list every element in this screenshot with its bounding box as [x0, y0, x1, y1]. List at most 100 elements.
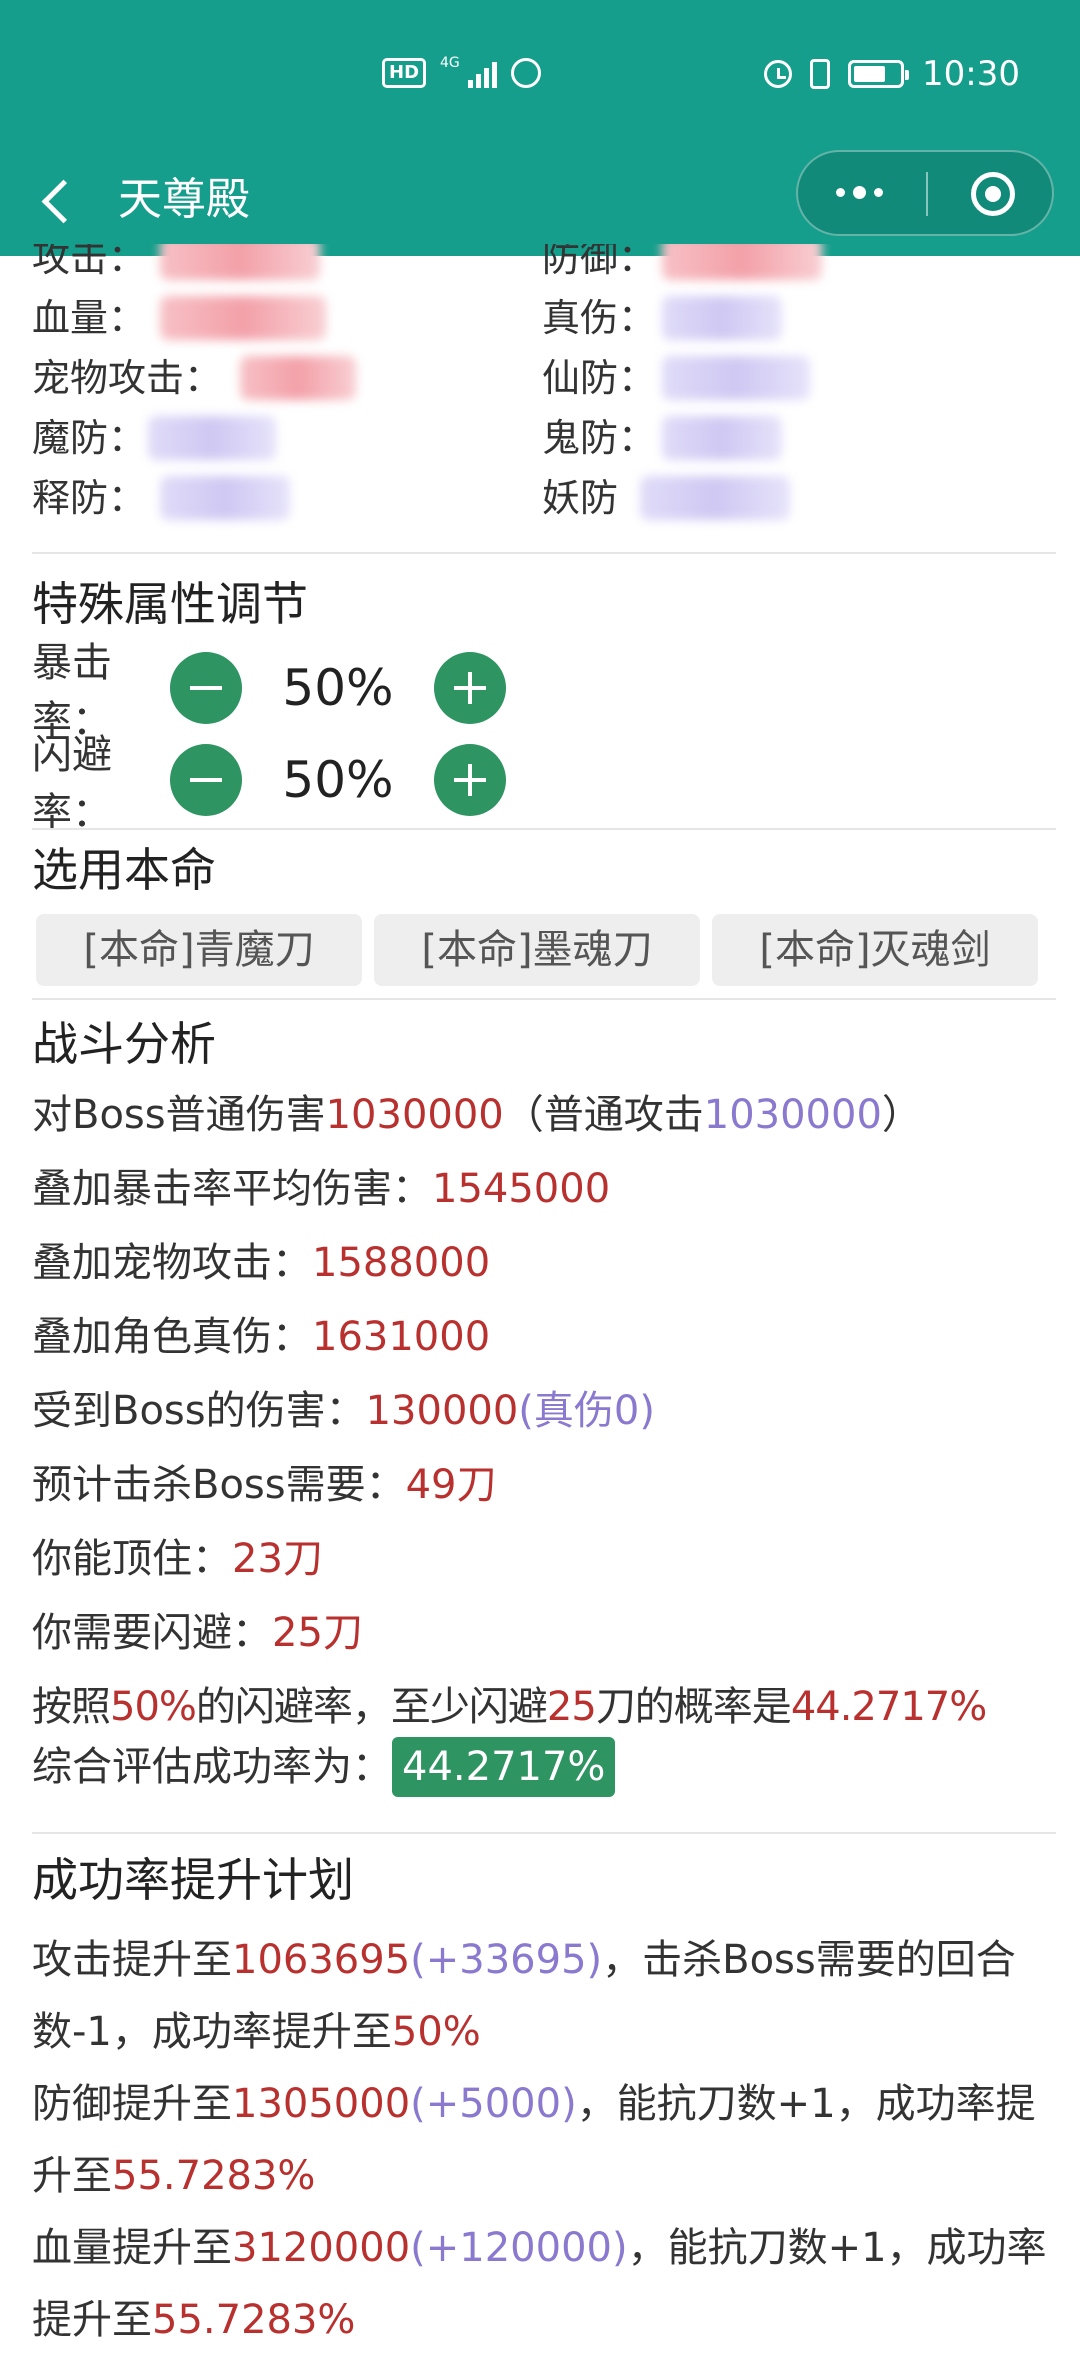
stat-hp-value — [160, 296, 326, 340]
stat-attack-value — [160, 244, 320, 280]
stat-pet-attack-value — [240, 356, 356, 400]
analysis-true-damage: 叠加角色真伤：1631000 — [32, 1300, 1052, 1374]
delta: (+120000) — [410, 2225, 628, 2271]
text: 受到Boss的伤害： — [32, 1388, 366, 1434]
text: 叠加角色真伤： — [32, 1314, 312, 1360]
value: (真伤0) — [518, 1388, 655, 1434]
text: 按照 — [32, 1684, 111, 1730]
stat-true-damage-value — [662, 296, 782, 340]
success-rate-badge: 44.2717% — [392, 1737, 616, 1797]
value: 49刀 — [405, 1462, 497, 1508]
divider — [32, 828, 1056, 830]
value: 23刀 — [232, 1536, 323, 1582]
stat-monster-def-label: 妖防 — [542, 476, 619, 520]
text: 血量提升至 — [32, 2225, 232, 2271]
crit-increase-button[interactable] — [434, 652, 506, 724]
stat-demon-def-value — [148, 416, 276, 460]
plan-defense: 防御提升至1305000(+5000)，能抗刀数+1，成功率提升至55.7283… — [32, 2068, 1052, 2212]
value: 55.7283% — [152, 2297, 356, 2343]
vibrate-icon — [810, 59, 831, 89]
analysis-pet-attack: 叠加宠物攻击：1588000 — [32, 1226, 1052, 1300]
mini-program-capsule — [796, 150, 1054, 236]
value: 3120000 — [232, 2225, 411, 2271]
text: ） — [881, 1092, 922, 1138]
battery-icon — [848, 60, 910, 88]
network-type: 4G — [440, 55, 460, 71]
weapon-option-1[interactable]: [本命]青魔刀 — [36, 914, 362, 986]
value: 55.7283% — [112, 2153, 316, 2199]
analysis-section-title: 战斗分析 — [32, 1017, 216, 1071]
analysis-hits-survivable: 你能顶住：23刀 — [32, 1522, 1052, 1596]
text: 你需要闪避： — [32, 1610, 272, 1656]
stat-ghost-def-label: 鬼防： — [542, 416, 657, 460]
text: 叠加暴击率平均伤害： — [32, 1166, 432, 1212]
text: 的闪避率，至少闪避 — [195, 1684, 548, 1730]
plan-section-title: 成功率提升计划 — [32, 1853, 354, 1907]
weapon-option-3[interactable]: [本命]灭魂剑 — [712, 914, 1038, 986]
value: 25 — [546, 1684, 597, 1730]
text: 对Boss普通伤害 — [32, 1092, 326, 1138]
crit-decrease-button[interactable] — [170, 652, 242, 724]
status-icons-right: 10:30 — [764, 54, 1020, 94]
value: 1631000 — [312, 1314, 491, 1360]
dodge-rate-label: 闪避率： — [32, 732, 112, 836]
status-bar: HD 4G 10:30 — [0, 0, 1080, 150]
analysis-damage-taken: 受到Boss的伤害：130000(真伤0) — [32, 1374, 1052, 1448]
stat-defense-value — [662, 244, 822, 280]
chevron-left-icon[interactable] — [41, 179, 86, 224]
status-icons-center: HD 4G — [382, 55, 541, 88]
hand-icon — [510, 58, 541, 88]
value: 1588000 — [312, 1240, 491, 1286]
divider — [32, 552, 1056, 554]
weapon-options: [本命]青魔刀 [本命]墨魂刀 [本命]灭魂剑 — [36, 914, 1038, 986]
text: 你能顶住： — [32, 1536, 232, 1582]
value: 1030000 — [325, 1092, 504, 1138]
analysis-hits-to-dodge: 你需要闪避：25刀 — [32, 1596, 1052, 1670]
capsule-divider — [926, 172, 928, 216]
value: 50% — [391, 2009, 481, 2055]
value: 1545000 — [432, 1166, 611, 1212]
hd-icon: HD — [382, 58, 427, 88]
delta: (+33695) — [410, 1937, 603, 1983]
nav-bar: 天尊殿 — [0, 150, 1080, 256]
dodge-increase-button[interactable] — [434, 744, 506, 816]
crit-rate-row: 暴击率： 50% — [32, 640, 506, 744]
analysis-crit-avg-damage: 叠加暴击率平均伤害：1545000 — [32, 1152, 1052, 1226]
stat-attack-label: 攻击： — [32, 244, 147, 280]
stat-pet-attack-label: 宠物攻击： — [32, 356, 223, 400]
weapon-section-title: 选用本命 — [32, 843, 216, 897]
stat-immortal-def-value — [662, 356, 810, 400]
alarm-icon — [764, 60, 793, 88]
value: 50% — [110, 1684, 197, 1730]
stat-buddha-def-label: 释防： — [32, 476, 147, 520]
stat-buddha-def-value — [160, 476, 290, 520]
status-time: 10:30 — [922, 54, 1020, 94]
analysis-hits-to-kill: 预计击杀Boss需要：49刀 — [32, 1448, 1052, 1522]
plan-hp: 血量提升至3120000(+120000)，能抗刀数+1，成功率提升至55.72… — [32, 2212, 1052, 2356]
special-section-title: 特殊属性调节 — [32, 577, 308, 631]
text: 防御提升至 — [32, 2081, 232, 2127]
text: 综合评估成功率为： — [32, 1744, 392, 1790]
signal-icon — [467, 58, 497, 88]
text: 叠加宠物攻击： — [32, 1240, 312, 1286]
text: 刀的概率是 — [595, 1684, 792, 1730]
page-title: 天尊殿 — [118, 174, 250, 225]
plan-attack: 攻击提升至1063695(+33695)，击杀Boss需要的回合数-1，成功率提… — [32, 1924, 1052, 2068]
value: 25刀 — [272, 1610, 363, 1656]
text: （普通攻击 — [503, 1092, 704, 1138]
delta: (+5000) — [410, 2081, 577, 2127]
text: 攻击提升至 — [32, 1937, 232, 1983]
divider — [32, 1832, 1056, 1834]
analysis-overall-success: 综合评估成功率为： 44.2717% — [32, 1730, 1052, 1804]
stat-demon-def-label: 魔防： — [32, 416, 147, 460]
dodge-decrease-button[interactable] — [170, 744, 242, 816]
target-icon[interactable] — [971, 172, 1015, 216]
text: 预计击杀Boss需要： — [32, 1462, 406, 1508]
stat-ghost-def-value — [662, 416, 782, 460]
stat-defense-label: 防御： — [542, 244, 657, 280]
weapon-option-2[interactable]: [本命]墨魂刀 — [374, 914, 700, 986]
more-dots-icon[interactable] — [836, 186, 883, 199]
stats-panel: 攻击： 防御： 血量： 真伤： 宠物攻击： 仙防： 魔防： 鬼防： 释防： 妖防 — [0, 244, 1080, 540]
value: 44.2717% — [790, 1684, 987, 1730]
stat-hp-label: 血量： — [32, 296, 147, 340]
